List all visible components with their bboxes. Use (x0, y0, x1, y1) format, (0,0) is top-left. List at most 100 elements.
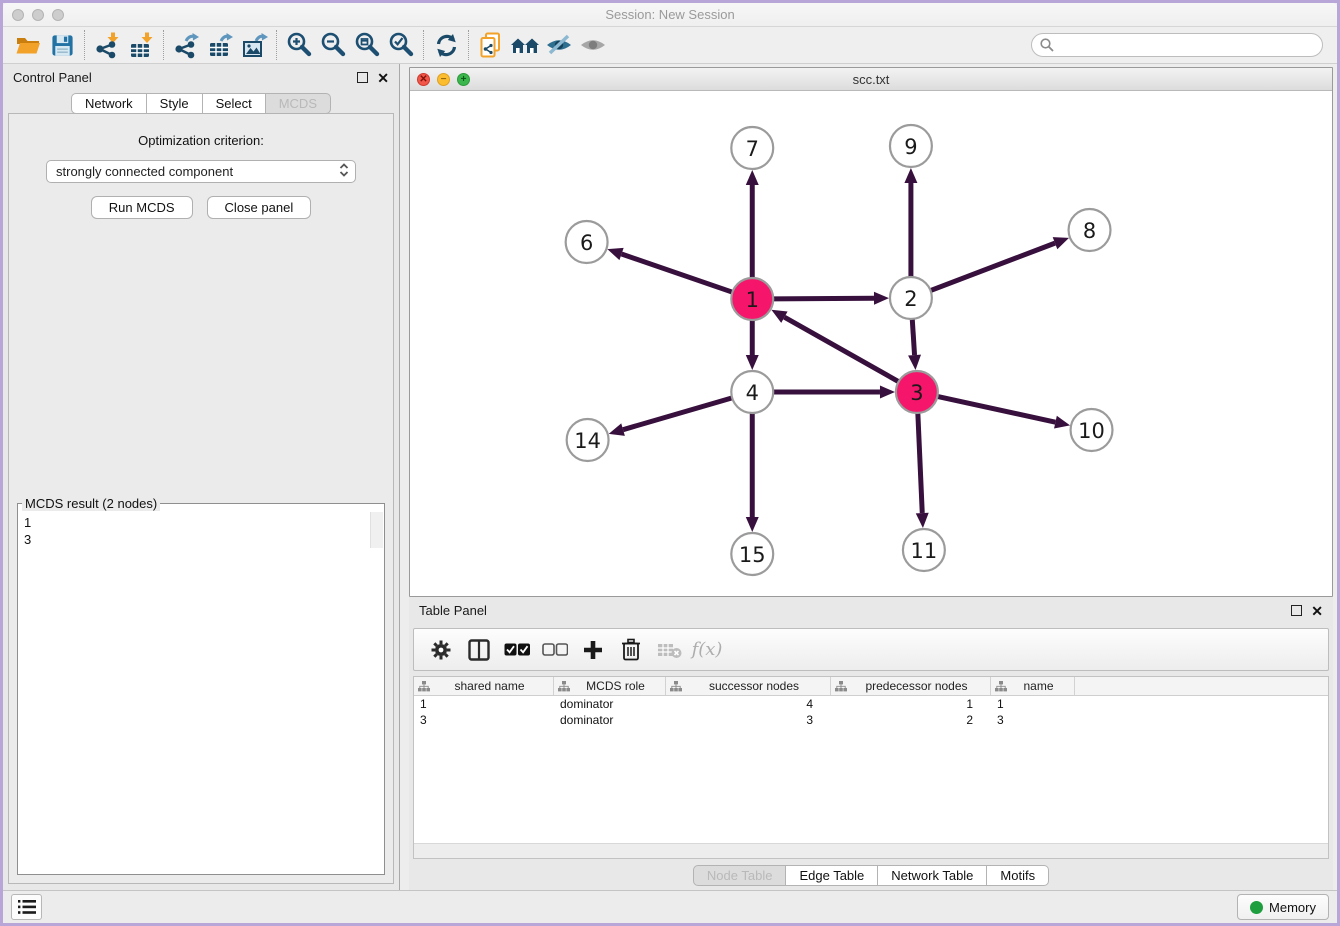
memory-label: Memory (1269, 900, 1316, 915)
graph-edge-3-11[interactable] (916, 413, 929, 528)
zoom-fit-button[interactable] (350, 30, 384, 60)
table-row[interactable]: 1dominator411 (414, 696, 1328, 712)
export-table-button[interactable] (203, 30, 237, 60)
tab-select[interactable]: Select (203, 93, 266, 114)
hide-eye-icon (545, 32, 573, 58)
graph-edge-1-7[interactable] (746, 170, 759, 278)
graph-node-8[interactable]: 8 (1069, 209, 1111, 251)
graph-edge-1-2[interactable] (773, 292, 889, 305)
graph-node-2[interactable]: 2 (890, 277, 932, 319)
graph-edge-1-6[interactable] (607, 248, 732, 292)
network-file-button[interactable] (474, 30, 508, 60)
graph-edge-2-9[interactable] (904, 168, 917, 277)
svg-text:14: 14 (574, 429, 601, 453)
import-network-button[interactable] (90, 30, 124, 60)
tab-network[interactable]: Network (71, 93, 147, 114)
network-canvas[interactable]: 7 9 6 8 1 2 4 3 14 10 15 11 (410, 91, 1332, 596)
export-image-button[interactable] (237, 30, 271, 60)
graph-node-11[interactable]: 11 (903, 529, 945, 571)
table-cell[interactable]: 1 (831, 696, 991, 712)
open-session-button[interactable] (11, 30, 45, 60)
refresh-button[interactable] (429, 30, 463, 60)
table-horizontal-scrollbar[interactable] (414, 843, 1328, 858)
add-column-button[interactable] (576, 633, 610, 667)
delete-column-button[interactable] (614, 633, 648, 667)
split-panel-button[interactable] (462, 633, 496, 667)
graph-node-14[interactable]: 14 (567, 419, 609, 461)
deselect-all-checks-button[interactable] (538, 633, 572, 667)
table-cell[interactable]: 2 (831, 712, 991, 728)
column-header-MCDS-role[interactable]: MCDS role (554, 677, 666, 695)
float-table-panel-icon[interactable] (1291, 605, 1302, 616)
hide-selected-button[interactable] (542, 30, 576, 60)
show-all-button[interactable] (576, 30, 610, 60)
result-scrollbar[interactable] (370, 512, 383, 548)
table-cell[interactable]: dominator (554, 712, 666, 728)
close-panel-icon[interactable]: ✕ (377, 71, 389, 85)
graph-node-3[interactable]: 3 (896, 371, 938, 413)
graph-edge-3-10[interactable] (937, 396, 1070, 428)
column-header-successor-nodes[interactable]: successor nodes (666, 677, 831, 695)
graph-node-15[interactable]: 15 (731, 533, 773, 575)
table-cell[interactable]: 1 (991, 696, 1075, 712)
column-header-shared-name[interactable]: shared name (414, 677, 554, 695)
task-history-button[interactable] (11, 894, 42, 920)
graph-edge-1-4[interactable] (746, 320, 759, 370)
graph-node-10[interactable]: 10 (1071, 409, 1113, 451)
graph-node-9[interactable]: 9 (890, 125, 932, 167)
split-columns-icon (467, 638, 491, 662)
zoom-in-button[interactable] (282, 30, 316, 60)
zoom-out-button[interactable] (316, 30, 350, 60)
table-row[interactable]: 3dominator323 (414, 712, 1328, 728)
graph-node-7[interactable]: 7 (731, 127, 773, 169)
memory-button[interactable]: Memory (1237, 894, 1329, 920)
network-close-button[interactable]: ✕ (417, 73, 430, 86)
tab-mcds[interactable]: MCDS (266, 93, 331, 114)
tab-node-table[interactable]: Node Table (693, 865, 787, 886)
table-cell[interactable]: dominator (554, 696, 666, 712)
graph-node-1[interactable]: 1 (731, 278, 773, 320)
toolbar-separator (468, 30, 469, 60)
tab-network-table[interactable]: Network Table (878, 865, 987, 886)
column-header-predecessor-nodes[interactable]: predecessor nodes (831, 677, 991, 695)
graph-node-6[interactable]: 6 (566, 221, 608, 263)
first-neighbors-button[interactable] (508, 30, 542, 60)
tab-motifs[interactable]: Motifs (987, 865, 1049, 886)
tab-style[interactable]: Style (147, 93, 203, 114)
graph-node-4[interactable]: 4 (731, 371, 773, 413)
criterion-select[interactable]: strongly connected component (46, 160, 356, 183)
table-settings-button[interactable] (424, 633, 458, 667)
search-input[interactable] (1031, 33, 1323, 57)
export-table-icon (207, 32, 234, 59)
tab-edge-table[interactable]: Edge Table (786, 865, 878, 886)
table-panel: Table Panel ✕ (409, 597, 1333, 890)
run-mcds-button[interactable]: Run MCDS (91, 196, 193, 219)
column-header-name[interactable]: name (991, 677, 1075, 695)
close-panel-button[interactable]: Close panel (207, 196, 312, 219)
graph-edge-2-3[interactable] (908, 319, 921, 370)
graph-edge-4-3[interactable] (773, 386, 895, 399)
graph-edge-4-14[interactable] (609, 398, 732, 436)
network-maximize-button[interactable]: + (457, 73, 470, 86)
table-panel-header: Table Panel ✕ (409, 597, 1333, 624)
zoom-selected-button[interactable] (384, 30, 418, 60)
save-session-button[interactable] (45, 30, 79, 60)
network-minimize-button[interactable]: − (437, 73, 450, 86)
network-canvas-svg: 7 9 6 8 1 2 4 3 14 10 15 11 (410, 91, 1332, 596)
control-panel-header: Control Panel ✕ (3, 64, 399, 91)
table-cell[interactable]: 1 (414, 696, 554, 712)
table-cell[interactable]: 3 (414, 712, 554, 728)
table-cell[interactable]: 4 (666, 696, 831, 712)
table-cell[interactable]: 3 (666, 712, 831, 728)
close-table-panel-icon[interactable]: ✕ (1311, 604, 1323, 618)
import-table-button[interactable] (124, 30, 158, 60)
select-all-checks-button[interactable] (500, 633, 534, 667)
table-cell[interactable]: 3 (991, 712, 1075, 728)
column-header-label: MCDS role (570, 679, 661, 693)
network-window-titlebar[interactable]: scc.txt ✕ − + (410, 68, 1332, 91)
graph-edge-3-1[interactable] (771, 310, 898, 382)
graph-edge-4-15[interactable] (746, 413, 759, 532)
float-panel-icon[interactable] (357, 72, 368, 83)
export-network-button[interactable] (169, 30, 203, 60)
graph-edge-2-8[interactable] (931, 237, 1070, 290)
